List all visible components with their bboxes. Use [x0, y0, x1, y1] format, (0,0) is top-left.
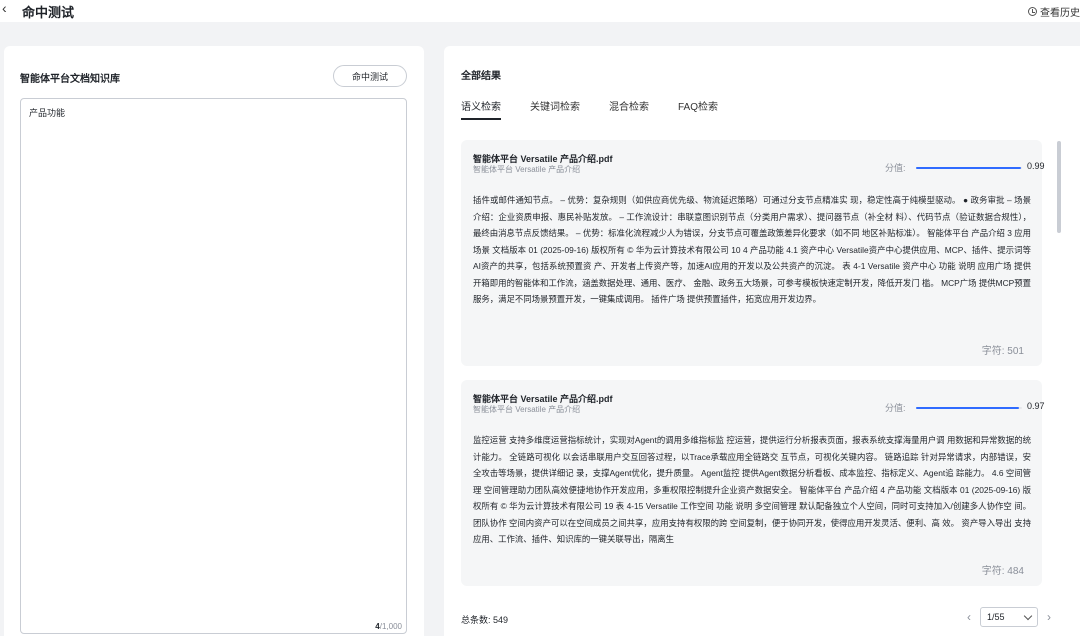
tab-semantic-search[interactable]: 语义检索	[461, 98, 501, 120]
score-bar	[916, 407, 1022, 409]
view-history-button[interactable]: 查看历史	[1028, 4, 1080, 19]
chevron-left-icon[interactable]: ‹	[962, 610, 976, 624]
results-title: 全部结果	[461, 71, 501, 82]
score-label: 分值:	[885, 163, 906, 173]
page-select-value: 1/55	[987, 612, 1005, 622]
tab-keyword-search[interactable]: 关键词检索	[530, 98, 580, 120]
result-card[interactable]: 智能体平台 Versatile 产品介绍.pdf 智能体平台 Versatile…	[461, 140, 1045, 366]
score-value: 0.99	[1027, 161, 1045, 171]
view-history-label: 查看历史	[1040, 8, 1080, 19]
pagination: ‹ 1/55 ›	[962, 607, 1056, 627]
score-bar-fill	[916, 167, 1021, 169]
clock-icon	[1028, 7, 1037, 16]
score-value: 0.97	[1027, 401, 1045, 411]
tab-hybrid-search[interactable]: 混合检索	[609, 98, 649, 120]
query-input[interactable]: 产品功能 4/1,000	[20, 98, 407, 634]
result-char-count: 字符: 501	[981, 346, 1024, 357]
chevron-down-icon	[1023, 611, 1033, 620]
knowledge-base-title: 智能体平台文档知识库	[20, 74, 120, 85]
hit-test-button[interactable]: 命中测试	[333, 65, 407, 87]
result-content: 监控运营 支持多维度运营指标统计，实现对Agent的调用多维指标监 控运营，提供…	[473, 435, 1031, 544]
score-label: 分值:	[885, 403, 906, 413]
top-bar: ‹ 命中测试 查看历史	[0, 0, 1080, 22]
result-doc-subtitle: 智能体平台 Versatile 产品介绍	[473, 405, 581, 414]
total-count: 总条数: 549	[461, 615, 509, 625]
query-panel: 智能体平台文档知识库 命中测试 产品功能 4/1,000	[4, 46, 424, 636]
result-card[interactable]: 智能体平台 Versatile 产品介绍.pdf 智能体平台 Versatile…	[461, 380, 1045, 586]
chevron-right-icon[interactable]: ›	[1042, 610, 1056, 624]
results-scrollbar[interactable]	[1057, 141, 1061, 233]
result-content: 插件或邮件通知节点。 – 优势：复杂规则（如供应商优先级、物流延迟策略）可通过分…	[473, 195, 1031, 304]
char-counter: 4/1,000	[375, 622, 402, 631]
search-mode-tabs: 语义检索 关键词检索 混合检索 FAQ检索	[461, 98, 747, 120]
page-title: 命中测试	[22, 5, 75, 20]
query-text: 产品功能	[29, 108, 66, 118]
back-icon[interactable]: ‹	[2, 0, 16, 18]
score-bar	[916, 167, 1022, 169]
score-bar-fill	[916, 407, 1019, 409]
result-doc-subtitle: 智能体平台 Versatile 产品介绍	[473, 165, 581, 174]
page-select[interactable]: 1/55	[980, 607, 1038, 627]
tab-faq-search[interactable]: FAQ检索	[678, 98, 718, 120]
result-char-count: 字符: 484	[981, 566, 1024, 577]
results-panel: 全部结果 语义检索 关键词检索 混合检索 FAQ检索 智能体平台 Versati…	[444, 46, 1080, 636]
